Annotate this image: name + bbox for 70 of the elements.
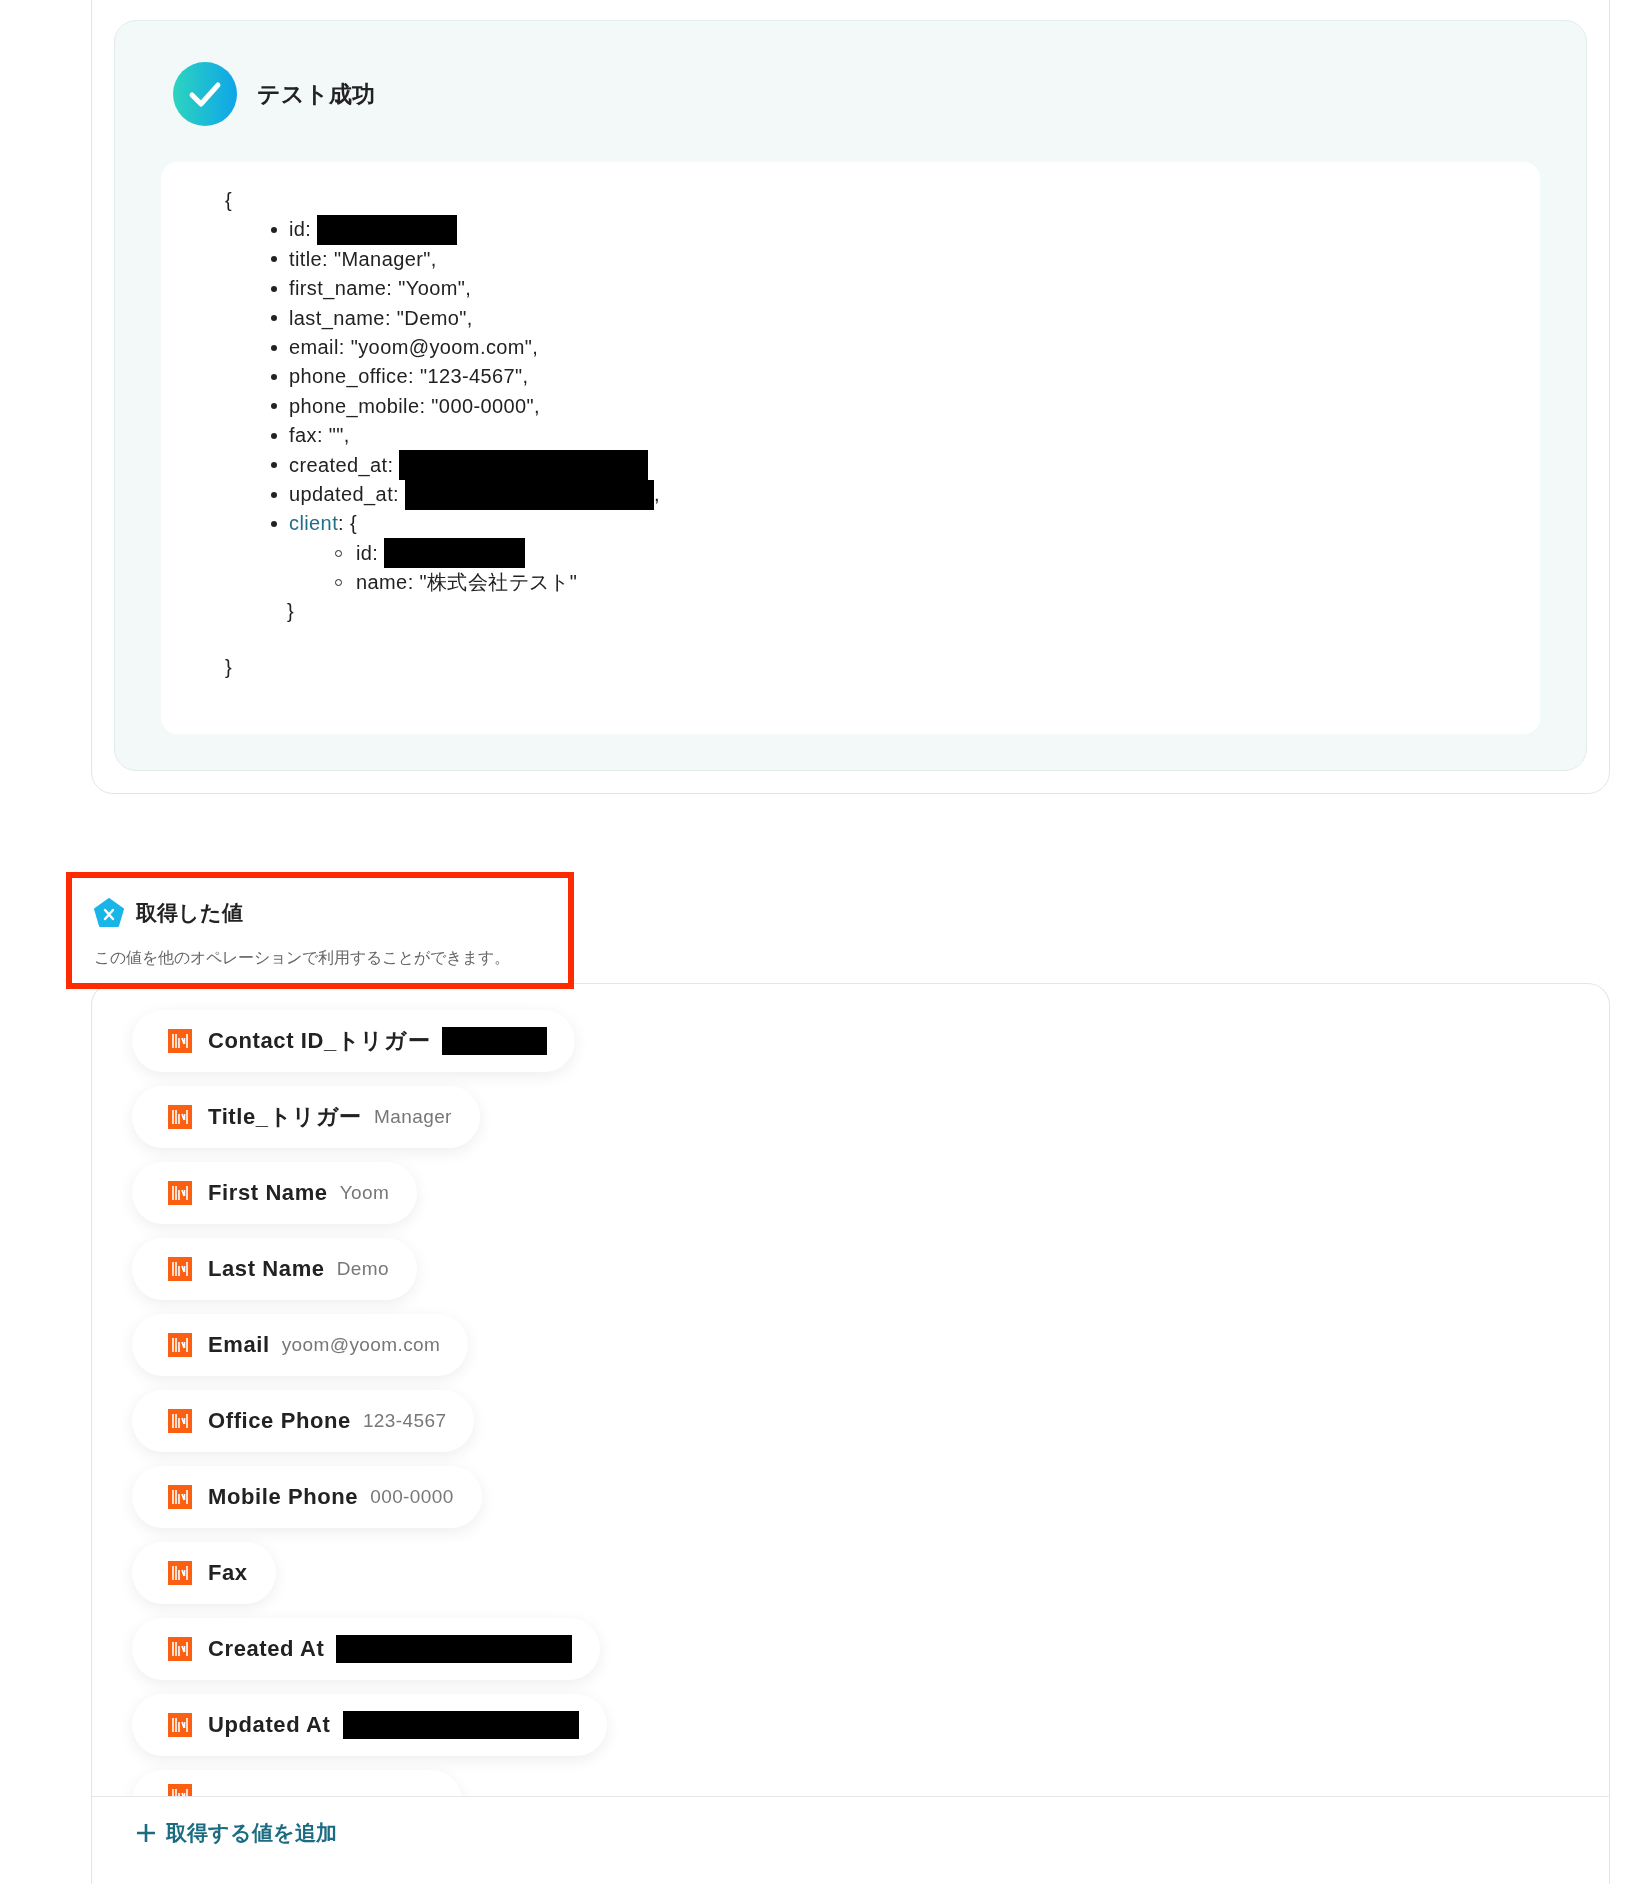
- value-label: Mobile Phone: [208, 1484, 359, 1510]
- code-line: name: "株式会社テスト": [356, 570, 578, 596]
- code-line: client: {: [289, 511, 358, 537]
- code-line: title: "Manager",: [289, 246, 437, 272]
- value-text: 123-4567: [362, 1410, 447, 1432]
- code-line: phone_mobile: "000-0000",: [289, 393, 541, 420]
- value-text: yoom@yoom.com: [281, 1334, 441, 1356]
- value-chip[interactable]: Office Phone 123-4567: [132, 1390, 475, 1452]
- value-text: Demo: [336, 1258, 389, 1280]
- bars-icon: [168, 1181, 192, 1205]
- section-description: この値を他のオペレーションで利用することができます。: [94, 948, 511, 968]
- bars-icon: [168, 1029, 192, 1053]
- bullet-icon: [271, 374, 277, 381]
- value-label: Updated At: [208, 1712, 331, 1738]
- value-text: 000-0000: [370, 1486, 454, 1508]
- bullet-icon: [271, 432, 277, 439]
- bars-icon: [168, 1637, 192, 1661]
- variable-icon: [94, 898, 124, 928]
- bars-icon: [168, 1713, 192, 1737]
- section-title: 取得した値: [136, 900, 243, 926]
- bullet-icon: [271, 256, 277, 263]
- bars-icon: [168, 1257, 192, 1281]
- bullet-icon: [271, 315, 277, 322]
- value-label: Fax: [208, 1560, 248, 1586]
- code-line: phone_office: "123-4567",: [289, 364, 529, 390]
- value-text: Manager: [374, 1106, 452, 1128]
- bullet-icon: [271, 462, 277, 469]
- value-chip[interactable]: Last Name Demo: [132, 1238, 417, 1300]
- brace-text: }: [225, 654, 233, 680]
- value-chip[interactable]: Title_トリガー Manager: [132, 1086, 480, 1148]
- value-text: Yoom: [339, 1182, 390, 1204]
- bars-icon: [168, 1485, 192, 1509]
- code-line: created_at:: [289, 452, 394, 479]
- code-line: last_name: "Demo",: [289, 305, 473, 332]
- status-title: テスト成功: [257, 79, 375, 109]
- code-line: updated_at:: [289, 481, 400, 508]
- code-line: id:: [289, 217, 312, 243]
- value-label: Email: [208, 1332, 270, 1358]
- value-chip[interactable]: Contact ID_トリガー: [132, 1010, 576, 1072]
- code-line: fax: "",: [289, 423, 350, 449]
- value-chip[interactable]: Created At: [132, 1618, 601, 1680]
- value-label: Title_トリガー: [208, 1103, 363, 1131]
- value-chip[interactable]: First Name Yoom: [132, 1162, 418, 1224]
- bullet-icon: [271, 491, 277, 498]
- bullet-icon: [271, 227, 277, 234]
- code-line: id:: [356, 540, 379, 566]
- brace-text: }: [287, 599, 295, 625]
- bullet-icon: [271, 344, 277, 351]
- value-chip[interactable]: Fax: [132, 1542, 276, 1604]
- bars-icon: [168, 1561, 192, 1585]
- code-line: first_name: "Yoom",: [289, 276, 472, 302]
- bullet-icon: [271, 403, 277, 410]
- bars-icon: [168, 1333, 192, 1357]
- value-label: Contact ID_トリガー: [208, 1027, 431, 1055]
- brace-text: {: [225, 188, 233, 213]
- add-value-button[interactable]: 取得する値を追加: [136, 1819, 337, 1847]
- value-chip[interactable]: Updated At: [132, 1694, 607, 1756]
- plus-icon: [136, 1823, 156, 1843]
- value-label: Created At: [208, 1636, 325, 1662]
- bars-icon: [168, 1105, 192, 1129]
- value-label: First Name: [208, 1180, 328, 1206]
- bullet-icon: [271, 285, 277, 292]
- bullet-icon: [271, 521, 277, 527]
- value-chip[interactable]: Mobile Phone 000-0000: [132, 1466, 482, 1528]
- comma-text: ,: [654, 481, 661, 507]
- bars-icon: [168, 1409, 192, 1433]
- value-label: Office Phone: [208, 1408, 351, 1434]
- code-line: email: "yoom@yoom.com",: [289, 334, 539, 360]
- value-chip[interactable]: Email yoom@yoom.com: [132, 1314, 469, 1376]
- value-label: Last Name: [208, 1256, 325, 1282]
